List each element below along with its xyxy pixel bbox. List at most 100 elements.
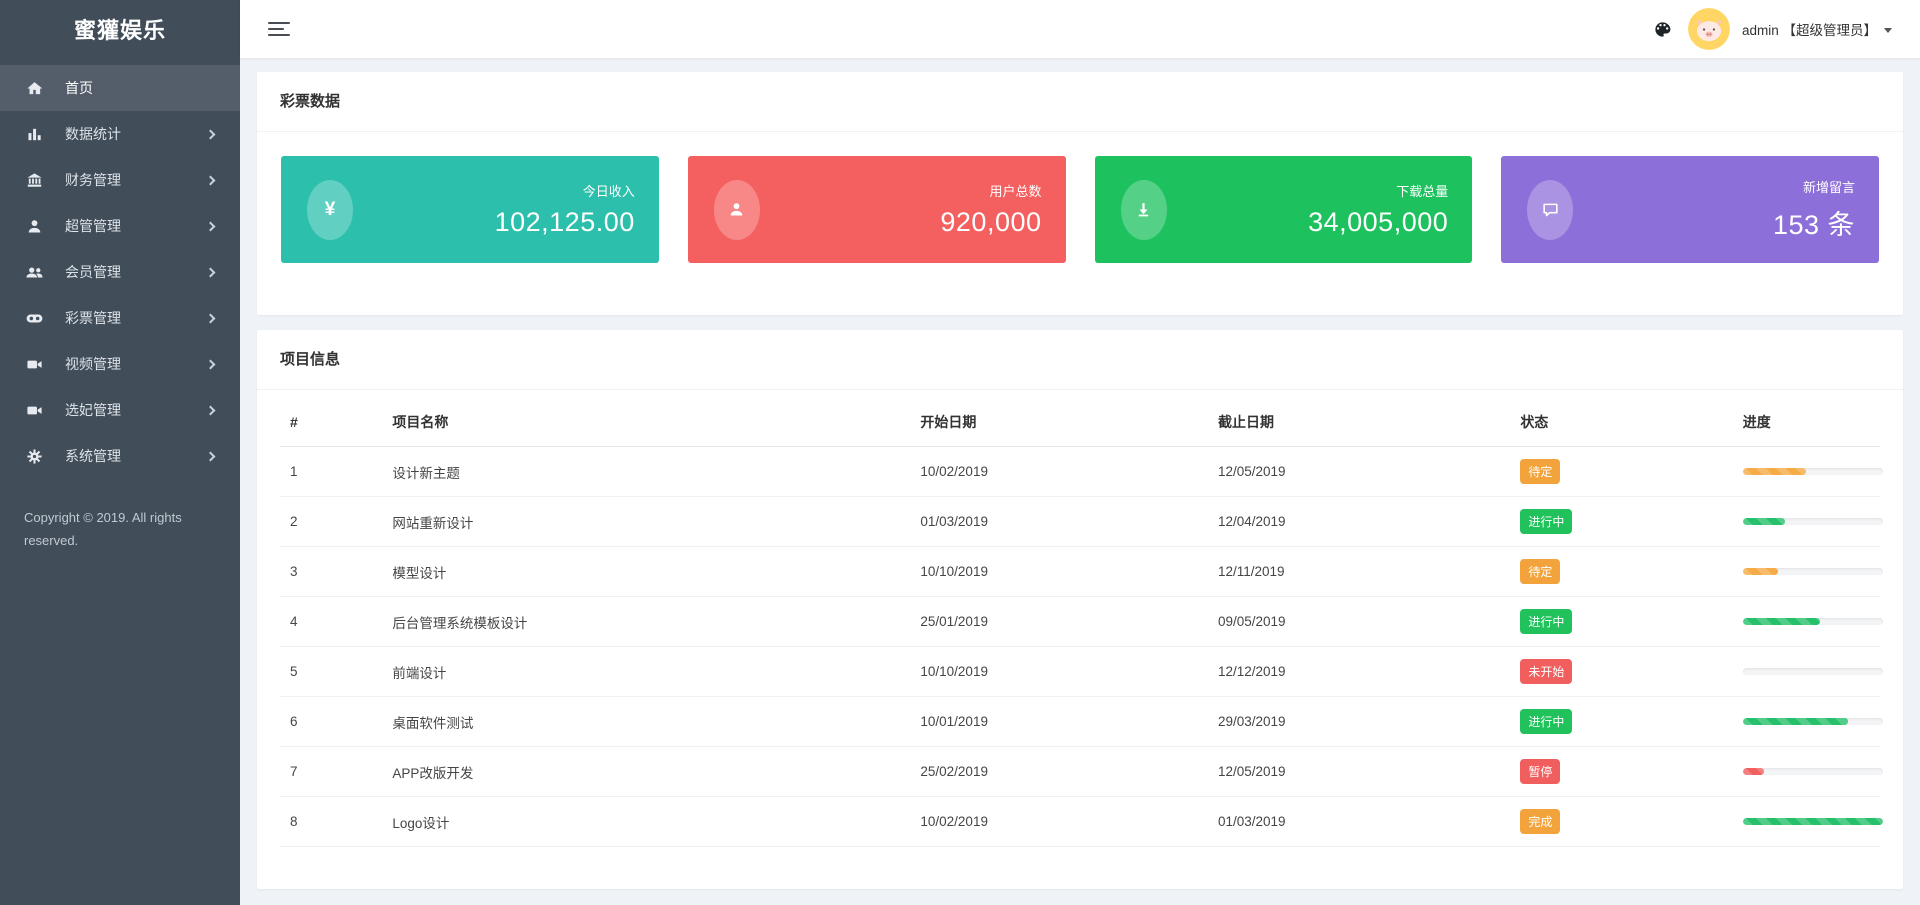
column-header: 状态 [1510,396,1733,447]
sidebar-item-label: 选妃管理 [65,402,121,418]
table-row: 7 APP改版开发 25/02/2019 12/05/2019 暂停 [280,746,1883,797]
sidebar-item-home[interactable]: 首页 [0,65,240,111]
chevron-right-icon [205,175,216,185]
column-header: 开始日期 [910,396,1208,447]
copyright-text: Copyright © 2019. All rights reserved. [24,510,182,548]
stat-card-value: 153 条 [1772,210,1855,240]
app-logo: 蜜獾娱乐 [73,18,166,43]
cell-end-date: 12/12/2019 [1207,646,1511,697]
projects-table: # 项目名称 开始日期 截止日期 状态 进度 1 设计新主题 10/02/2019 12/… [280,396,1883,847]
sidebar-item-system[interactable]: 系统管理 [0,433,240,479]
sidebar-item-data-stats[interactable]: 数据统计 [0,111,240,157]
gear-icon [25,447,44,466]
cell-project-name: 模型设计 [382,546,911,597]
users-icon [25,263,44,282]
column-header: 进度 [1732,396,1880,447]
status-badge: 暂停 [1520,759,1561,784]
progress-bar [1742,468,1806,475]
stat-card-label: 用户总数 [989,184,1042,199]
table-row: 1 设计新主题 10/02/2019 12/05/2019 待定 [280,446,1883,497]
bank-icon [25,171,44,190]
stat-card-text: 今日收入 102,125.00 [495,181,659,238]
progress-track [1742,518,1883,525]
stat-card-today-income: ¥ 今日收入 102,125.00 [281,156,659,263]
sidebar-item-video[interactable]: 视频管理 [0,341,240,387]
user-icon [25,217,44,236]
table-row: 3 模型设计 10/10/2019 12/11/2019 待定 [280,546,1883,597]
yen-icon: ¥ [307,179,353,240]
hamburger-icon[interactable] [268,21,290,37]
status-badge: 完成 [1520,809,1561,834]
cell-end-date: 09/05/2019 [1207,596,1511,647]
cell-index: 2 [280,496,383,547]
sidebar-item-xuanfei[interactable]: 选妃管理 [0,387,240,433]
cell-index: 1 [280,446,383,497]
sidebar-item-label: 超管管理 [65,218,121,234]
stat-card-label: 今日收入 [582,184,635,199]
progress-bar [1742,518,1785,525]
sidebar-item-label: 系统管理 [65,448,121,464]
table-row: 4 后台管理系统模板设计 25/01/2019 09/05/2019 进行中 [280,596,1883,647]
cell-index: 7 [280,746,383,797]
stat-cards-row: ¥ 今日收入 102,125.00 用户总数 920,000 下载总量 34,0… [257,132,1903,315]
cell-start-date: 10/02/2019 [910,796,1208,847]
chevron-right-icon [205,129,216,139]
page-content: 彩票数据 ¥ 今日收入 102,125.00 用户总数 920,000 下载总量… [240,58,1920,905]
cell-start-date: 01/03/2019 [910,496,1208,547]
sidebar-item-label: 会员管理 [65,264,121,280]
cell-project-name: 前端设计 [382,646,911,697]
video-icon [25,355,44,374]
status-badge: 进行中 [1520,509,1573,534]
progress-track [1742,768,1883,775]
sidebar-item-label: 首页 [65,80,93,96]
progress-track [1742,668,1883,675]
cell-index: 8 [280,796,383,847]
progress-bar [1742,818,1883,825]
sidebar-item-finance[interactable]: 财务管理 [0,157,240,203]
table-row: 2 网站重新设计 01/03/2019 12/04/2019 进行中 [280,496,1883,547]
cell-start-date: 10/10/2019 [910,646,1208,697]
cell-end-date: 12/05/2019 [1207,746,1511,797]
header-right: admin 【超级管理员】 [1653,8,1892,50]
sidebar-item-lottery[interactable]: 彩票管理 [0,295,240,341]
sidebar-item-label: 财务管理 [65,172,121,188]
sidebar-item-super-admin[interactable]: 超管管理 [0,203,240,249]
app-root: 蜜獾娱乐 首页 数据统计 财务管理 超管管理 会员管理 彩票管理 视频管理 选妃… [0,0,1920,905]
column-header: 项目名称 [382,396,911,447]
cell-end-date: 29/03/2019 [1207,696,1511,747]
sidebar-nav: 首页 数据统计 财务管理 超管管理 会员管理 彩票管理 视频管理 选妃管理 系统… [0,58,240,479]
user-avatar[interactable] [1687,8,1730,50]
caret-down-icon [1884,27,1892,33]
hamburger-bar [268,27,284,31]
table-row: 8 Logo设计 10/02/2019 01/03/2019 完成 [280,796,1883,847]
projects-panel: 项目信息 # 项目名称 开始日期 截止日期 状态 进度 1 设计新主题 10/02/201… [257,330,1903,889]
stat-card-total-downloads: 下载总量 34,005,000 [1094,156,1473,263]
pig-avatar [1687,8,1730,50]
sidebar-item-members[interactable]: 会员管理 [0,249,240,295]
status-badge: 未开始 [1520,659,1573,684]
projects-table-wrap: # 项目名称 开始日期 截止日期 状态 进度 1 设计新主题 10/02/2019 12/… [257,390,1903,889]
user-icon [713,179,760,240]
cell-project-name: APP改版开发 [382,746,911,797]
chevron-right-icon [205,405,216,415]
table-row: 6 桌面软件测试 10/01/2019 29/03/2019 进行中 [280,696,1883,747]
cell-end-date: 12/11/2019 [1207,546,1511,597]
stat-card-value: 34,005,000 [1308,207,1449,237]
status-badge: 待定 [1520,559,1561,584]
sidebar-item-label: 数据统计 [65,126,121,142]
column-header: 截止日期 [1207,396,1511,447]
cell-project-name: 后台管理系统模板设计 [382,596,911,647]
sidebar: 蜜獾娱乐 首页 数据统计 财务管理 超管管理 会员管理 彩票管理 视频管理 选妃… [0,0,240,905]
panel-title-projects: 项目信息 [257,330,1903,390]
panel-title-lottery: 彩票数据 [257,72,1903,132]
user-menu[interactable]: admin 【超级管理员】 [1742,19,1892,39]
stat-card-text: 新增留言 153 条 [1773,177,1879,242]
video-icon [25,401,44,420]
sidebar-item-label: 视频管理 [65,356,121,372]
palette-icon[interactable] [1653,20,1672,39]
bar-chart-icon [25,125,44,144]
chevron-right-icon [205,313,216,323]
cell-index: 5 [280,646,383,697]
stat-card-text: 下载总量 34,005,000 [1308,181,1472,238]
chevron-right-icon [205,221,216,231]
